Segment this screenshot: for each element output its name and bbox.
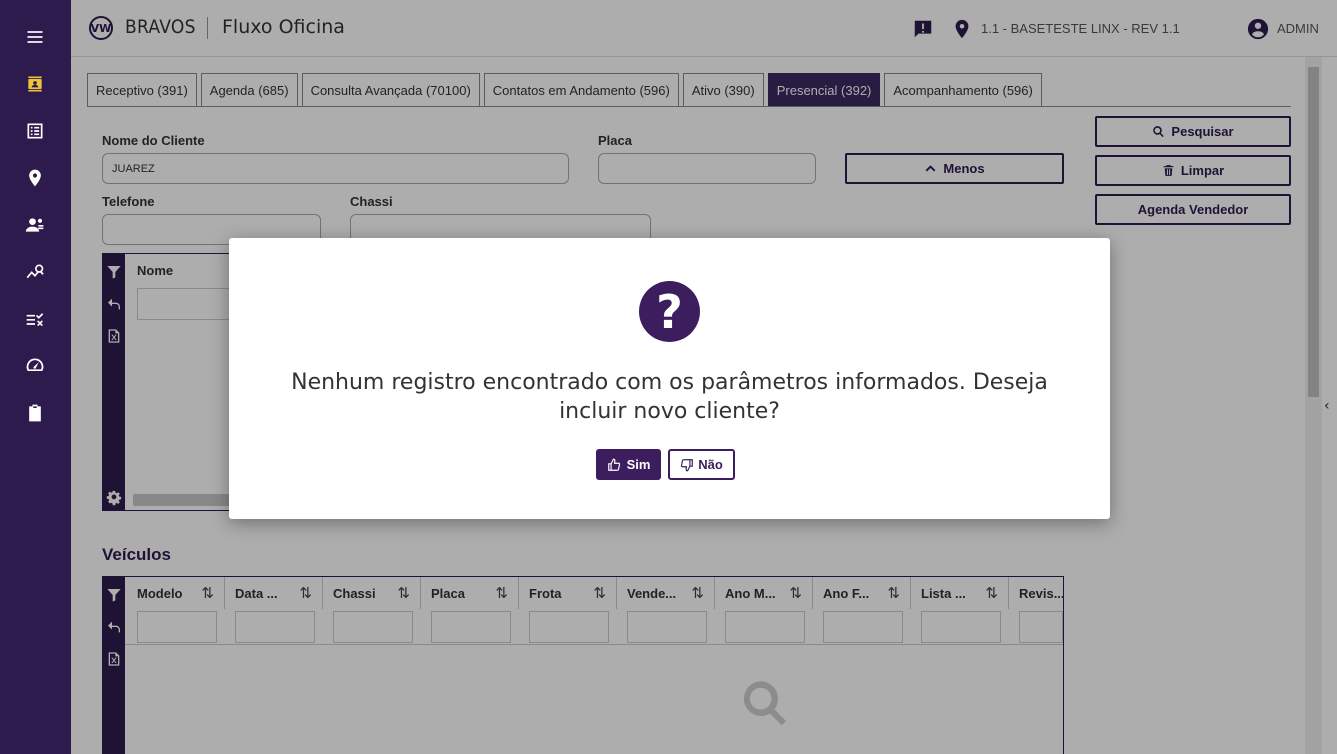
yes-button[interactable]: Sim bbox=[596, 449, 661, 480]
question-icon: ? bbox=[639, 281, 700, 342]
contacts-icon[interactable] bbox=[24, 73, 46, 95]
people-icon[interactable] bbox=[24, 214, 46, 236]
no-button[interactable]: Não bbox=[668, 449, 735, 480]
clipboard-icon[interactable] bbox=[24, 402, 46, 424]
no-button-label: Não bbox=[698, 457, 723, 472]
checklist-icon[interactable] bbox=[24, 308, 46, 330]
list-icon[interactable] bbox=[24, 120, 46, 142]
menu-icon[interactable] bbox=[24, 26, 46, 48]
thumbs-up-icon bbox=[607, 458, 620, 471]
analytics-icon[interactable] bbox=[24, 261, 46, 283]
confirm-dialog: ? Nenhum registro encontrado com os parâ… bbox=[229, 238, 1110, 519]
dialog-message: Nenhum registro encontrado com os parâme… bbox=[291, 370, 1048, 424]
sidebar bbox=[0, 0, 71, 754]
location-icon[interactable] bbox=[24, 167, 46, 189]
speedometer-icon[interactable] bbox=[24, 355, 46, 377]
thumbs-down-icon bbox=[681, 458, 694, 471]
yes-button-label: Sim bbox=[626, 457, 651, 472]
